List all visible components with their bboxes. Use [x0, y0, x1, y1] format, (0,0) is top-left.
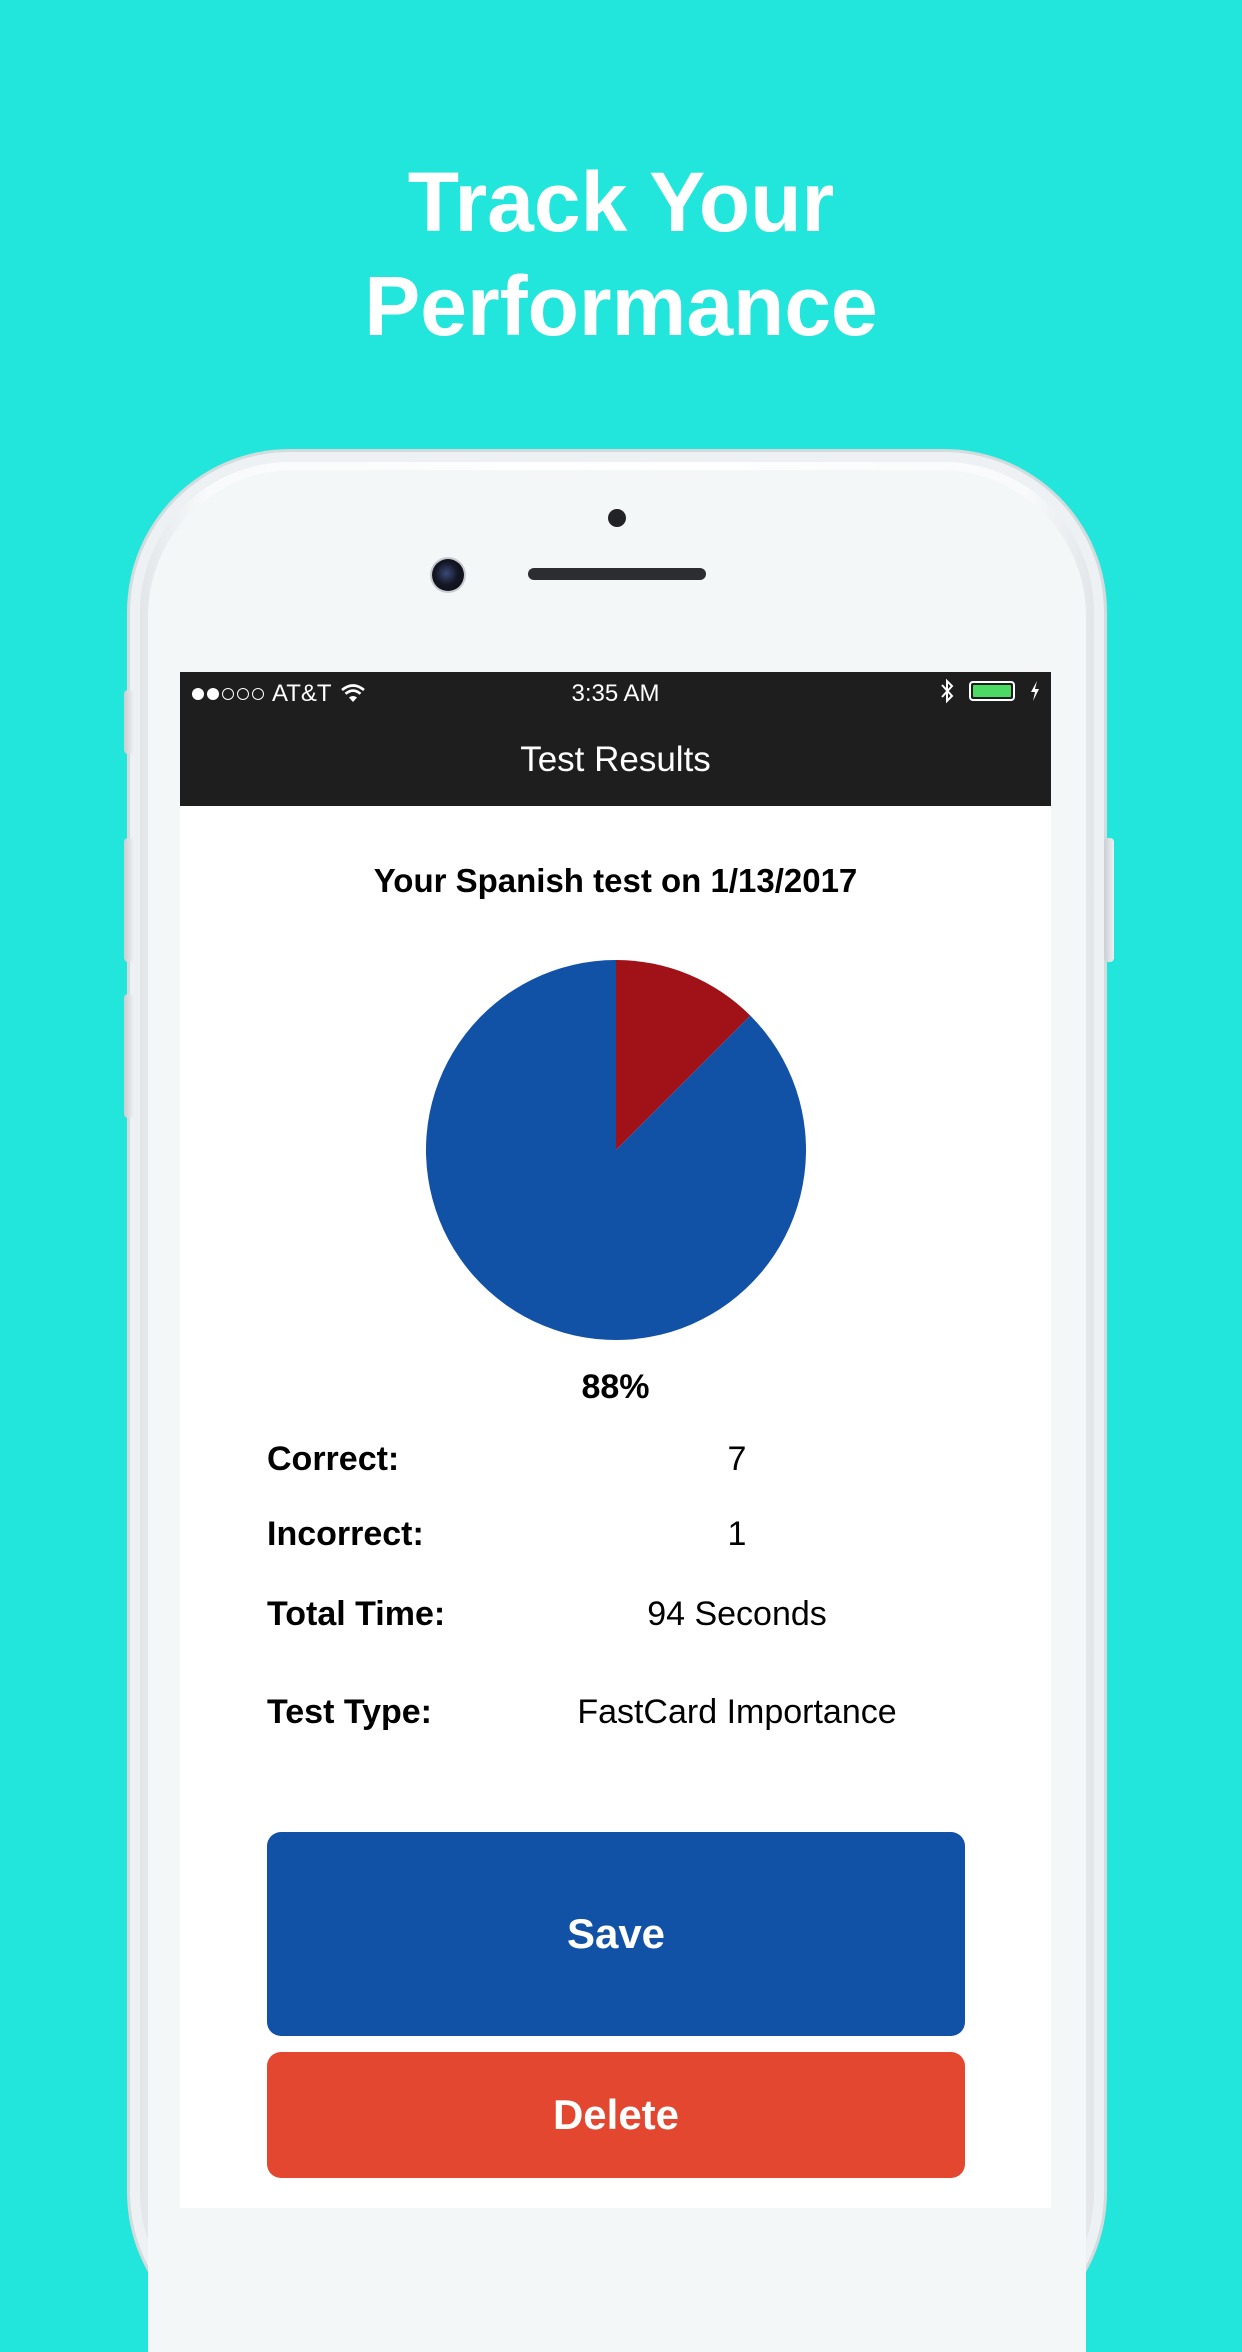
- stat-label: Total Time:: [267, 1595, 446, 1633]
- save-button[interactable]: Save: [267, 1832, 965, 2036]
- stat-label: Incorrect:: [267, 1515, 424, 1553]
- mute-switch: [124, 690, 134, 754]
- power-button: [1104, 838, 1114, 962]
- charging-bolt-icon: [1031, 681, 1039, 701]
- promo-headline: Track Your Performance: [0, 150, 1242, 358]
- stat-row-correct: Correct: 7: [267, 1440, 967, 1490]
- stat-label: Correct:: [267, 1440, 400, 1478]
- front-camera: [432, 559, 464, 591]
- stat-label: Test Type:: [267, 1693, 432, 1731]
- score-percent: 88%: [581, 1368, 650, 1406]
- stat-row-incorrect: Incorrect: 1: [267, 1515, 967, 1565]
- status-right: [939, 678, 1041, 704]
- delete-button[interactable]: Delete: [267, 2052, 965, 2178]
- status-bar: AT&T 3:35 AM: [180, 672, 1051, 714]
- earpiece-speaker: [528, 568, 706, 580]
- stat-value: 1: [727, 1515, 747, 1553]
- app-screen: AT&T 3:35 AM Test Results Your Spanish t…: [180, 672, 1051, 2208]
- volume-down-button: [124, 994, 134, 1118]
- pie-slice-correct: [426, 960, 806, 1340]
- bluetooth-icon: [941, 678, 954, 704]
- test-heading: Your Spanish test on 1/13/2017: [373, 862, 858, 899]
- proximity-sensor: [608, 509, 626, 527]
- headline-line-2: Performance: [364, 259, 878, 353]
- headline-line-1: Track Your: [407, 155, 835, 249]
- battery-icon: [969, 681, 1015, 701]
- nav-title: Test Results: [520, 740, 711, 779]
- navigation-bar: Test Results: [180, 714, 1051, 806]
- pie-svg: [426, 960, 806, 1340]
- stat-value: 94 Seconds: [647, 1595, 827, 1633]
- volume-up-button: [124, 838, 134, 962]
- stat-value: 7: [727, 1440, 747, 1478]
- stat-row-total-time: Total Time: 94 Seconds: [267, 1595, 967, 1645]
- score-pie-chart: [424, 958, 808, 1342]
- status-time: 3:35 AM: [571, 680, 660, 707]
- stat-row-test-type: Test Type: FastCard Importance: [267, 1693, 967, 1743]
- battery-level-fill: [973, 685, 1011, 697]
- stat-value: FastCard Importance: [577, 1693, 897, 1731]
